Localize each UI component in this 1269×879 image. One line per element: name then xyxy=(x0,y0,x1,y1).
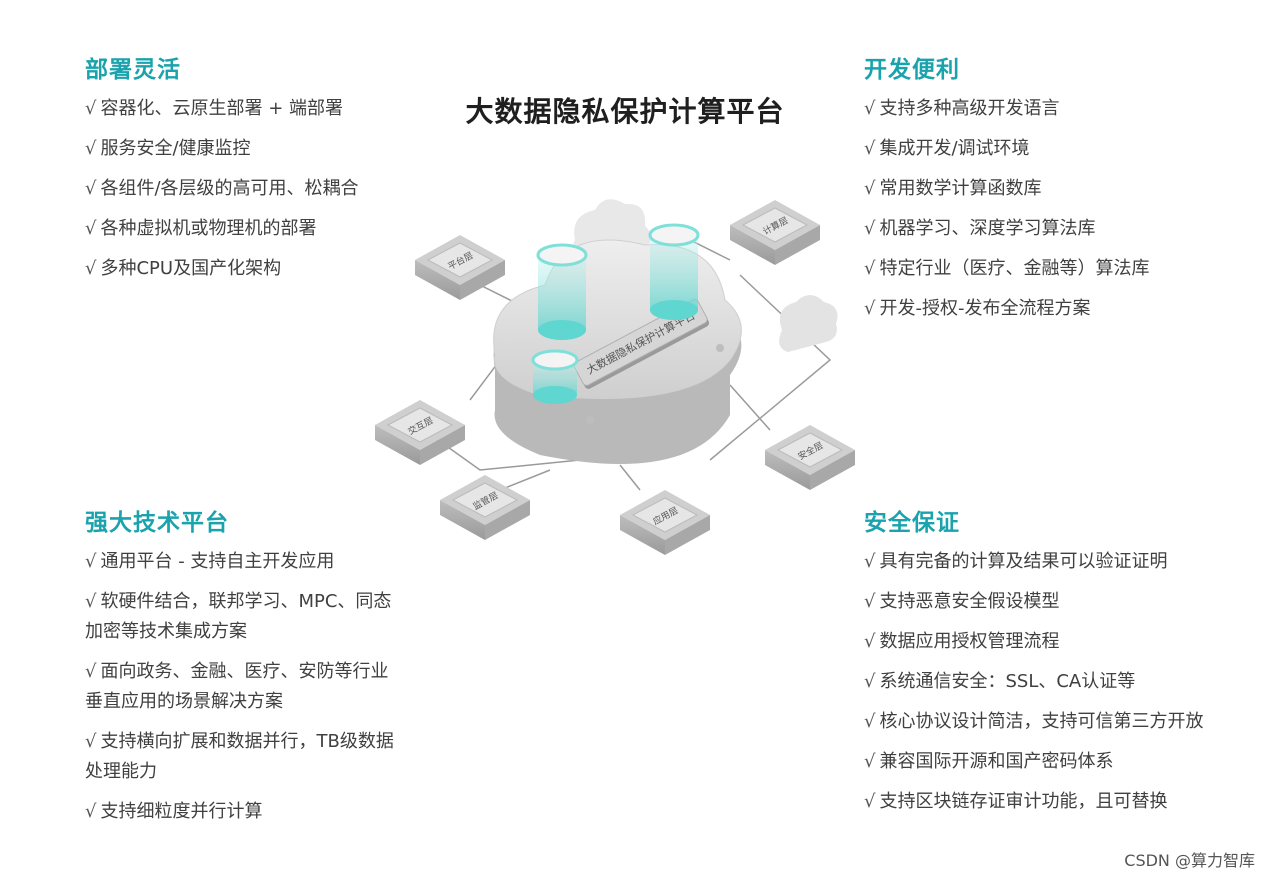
section-security-guarantee: 安全保证 √ 具有完备的计算及结果可以验证证明 √ 支持恶意安全假设模型 √ 数据应用… xyxy=(864,503,1244,827)
check-icon: √ xyxy=(85,218,97,239)
data-cylinder xyxy=(531,349,579,404)
section-title: 安全保证 xyxy=(864,510,960,536)
page-title: 大数据隐私保护计算平台 xyxy=(465,95,785,128)
list-item: √ 数据应用授权管理流程 xyxy=(864,631,1060,652)
chip-compute-layer: 计算层 xyxy=(730,200,820,265)
list-item: √ 核心协议设计简洁，支持可信第三方开放 xyxy=(864,711,1204,732)
cloud-rivet xyxy=(586,416,594,424)
small-cloud-icon xyxy=(779,295,838,352)
list-item: √ 支持恶意安全假设模型 xyxy=(864,591,1060,612)
check-icon: √ xyxy=(85,591,97,612)
data-cylinder xyxy=(648,223,700,320)
list-item: √ 容器化、云原生部署 + 端部署 xyxy=(85,98,344,119)
check-icon: √ xyxy=(864,751,876,772)
list-item: √ 支持横向扩展和数据并行，TB级数据处理能力 xyxy=(85,731,394,782)
list-item: √ 系统通信安全：SSL、CA认证等 xyxy=(864,671,1136,692)
check-icon: √ xyxy=(864,711,876,732)
check-icon: √ xyxy=(85,731,97,752)
check-icon: √ xyxy=(85,98,97,119)
section-development-convenience: 开发便利 √ 支持多种高级开发语言 √ 集成开发/调试环境 √ 常用数学计算函数库 √… xyxy=(864,50,1244,334)
list-item: √ 面向政务、金融、医疗、安防等行业垂直应用的场景解决方案 xyxy=(85,661,389,712)
chip-monitor-layer: 监管层 xyxy=(440,475,530,540)
check-icon: √ xyxy=(85,551,97,572)
list-item: √ 具有完备的计算及结果可以验证证明 xyxy=(864,551,1168,572)
list-item: √ 特定行业（医疗、金融等）算法库 xyxy=(864,258,1150,279)
cloud-platform: 大数据隐私保护计算平台 xyxy=(493,239,742,464)
list-item: √ 机器学习、深度学习算法库 xyxy=(864,218,1096,239)
check-icon: √ xyxy=(864,631,876,652)
list-item: √ 集成开发/调试环境 xyxy=(864,138,1030,159)
connector-monitor xyxy=(499,469,551,491)
check-icon: √ xyxy=(85,661,97,682)
watermark: CSDN @算力智库 xyxy=(1124,851,1255,870)
data-cylinder xyxy=(536,243,588,340)
connector-security xyxy=(729,384,771,431)
list-item: √ 软硬件结合，联邦学习、MPC、同态加密等技术集成方案 xyxy=(85,591,392,642)
section-title: 开发便利 xyxy=(864,57,960,83)
check-icon: √ xyxy=(864,138,876,159)
chip-interaction-layer: 交互层 xyxy=(375,400,465,465)
list-item: √ 兼容国际开源和国产密码体系 xyxy=(864,751,1114,772)
check-icon: √ xyxy=(85,258,97,279)
check-icon: √ xyxy=(85,801,97,822)
cloud-rivet xyxy=(716,344,724,352)
list-item: √ 支持细粒度并行计算 xyxy=(85,801,263,822)
feature-list: √ 具有完备的计算及结果可以验证证明 √ 支持恶意安全假设模型 √ 数据应用授权管理流… xyxy=(864,547,1244,817)
check-icon: √ xyxy=(85,138,97,159)
connector-application xyxy=(619,464,641,491)
list-item: √ 服务安全/健康监控 xyxy=(85,138,251,159)
feature-list: √ 支持多种高级开发语言 √ 集成开发/调试环境 √ 常用数学计算函数库 √ 机器学习、… xyxy=(864,94,1244,324)
chip-application-layer: 应用层 xyxy=(620,490,710,555)
list-item: √ 支持区块链存证审计功能，且可替换 xyxy=(864,791,1168,812)
chip-security-layer: 安全层 xyxy=(765,425,855,490)
platform-architecture-illustration: 大数据隐私保护计算平台 平台层 计算层 交互层 监管层 应用层 安全层 xyxy=(375,199,855,555)
list-item: √ 开发-授权-发布全流程方案 xyxy=(864,298,1091,319)
check-icon: √ xyxy=(864,791,876,812)
check-icon: √ xyxy=(864,671,876,692)
check-icon: √ xyxy=(85,178,97,199)
check-icon: √ xyxy=(864,591,876,612)
section-title: 部署灵活 xyxy=(85,57,181,83)
list-item: √ 常用数学计算函数库 xyxy=(864,178,1042,199)
check-icon: √ xyxy=(864,98,876,119)
list-item: √ 支持多种高级开发语言 xyxy=(864,98,1060,119)
